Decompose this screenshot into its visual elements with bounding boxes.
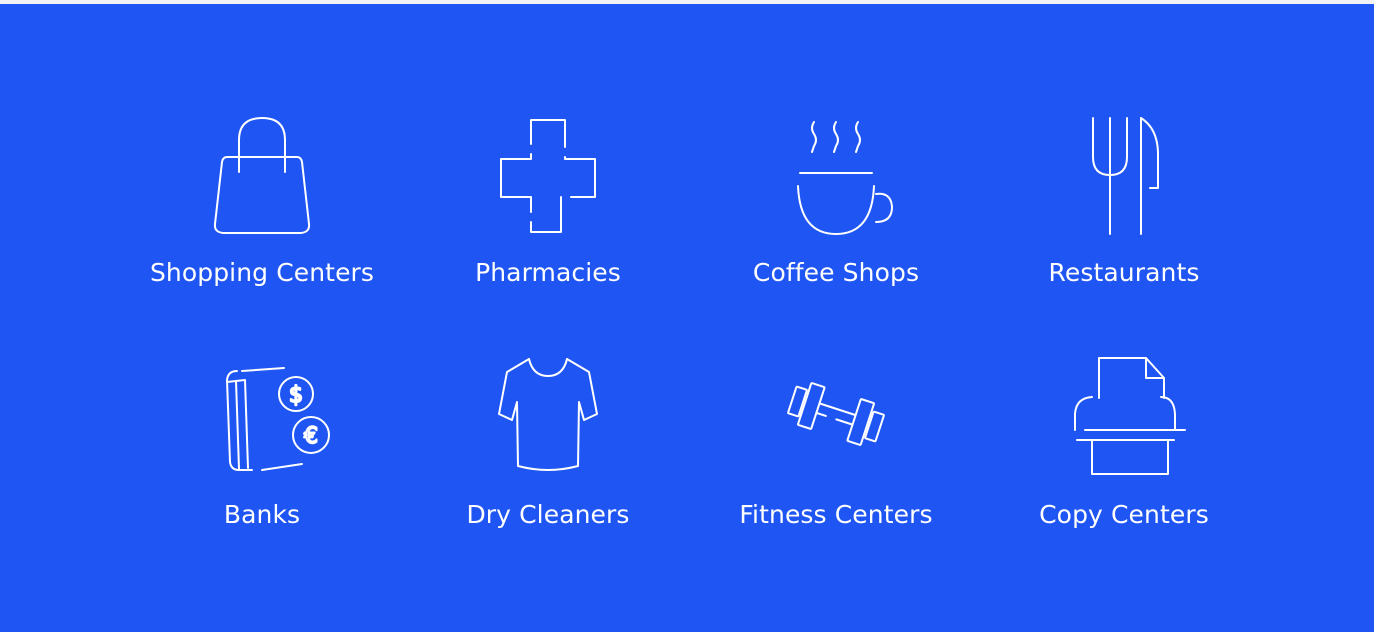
- amenity-dry-cleaners: Dry Cleaners: [418, 354, 678, 544]
- shopping-bag-icon: [192, 112, 332, 242]
- printer-icon: [1054, 354, 1194, 484]
- amenity-label: Pharmacies: [475, 258, 621, 287]
- fork-knife-icon: [1054, 112, 1194, 242]
- amenity-shopping-centers: Shopping Centers: [132, 112, 392, 302]
- amenities-panel: Shopping Centers Pharmacies Coffee Shops…: [0, 4, 1374, 632]
- credit-card-currency-icon: $ €: [192, 354, 332, 484]
- coffee-cup-icon: [766, 112, 906, 242]
- amenity-label: Restaurants: [1048, 258, 1200, 287]
- amenity-pharmacies: Pharmacies: [418, 112, 678, 302]
- amenity-label: Coffee Shops: [752, 258, 920, 287]
- amenity-label: Copy Centers: [1039, 500, 1209, 529]
- amenity-label: Dry Cleaners: [466, 500, 630, 529]
- t-shirt-icon: [478, 354, 618, 484]
- amenity-restaurants: Restaurants: [994, 112, 1254, 302]
- amenity-label: Banks: [223, 500, 301, 529]
- amenity-fitness-centers: Fitness Centers: [706, 354, 966, 544]
- dumbbell-icon: [766, 354, 906, 484]
- amenity-copy-centers: Copy Centers: [994, 354, 1254, 544]
- amenity-label: Fitness Centers: [739, 500, 933, 529]
- medical-cross-icon: [478, 112, 618, 242]
- svg-text:$: $: [289, 383, 303, 408]
- amenity-banks: $ € Banks: [132, 354, 392, 544]
- amenity-coffee-shops: Coffee Shops: [706, 112, 966, 302]
- amenity-label: Shopping Centers: [149, 258, 375, 287]
- svg-text:€: €: [304, 424, 318, 449]
